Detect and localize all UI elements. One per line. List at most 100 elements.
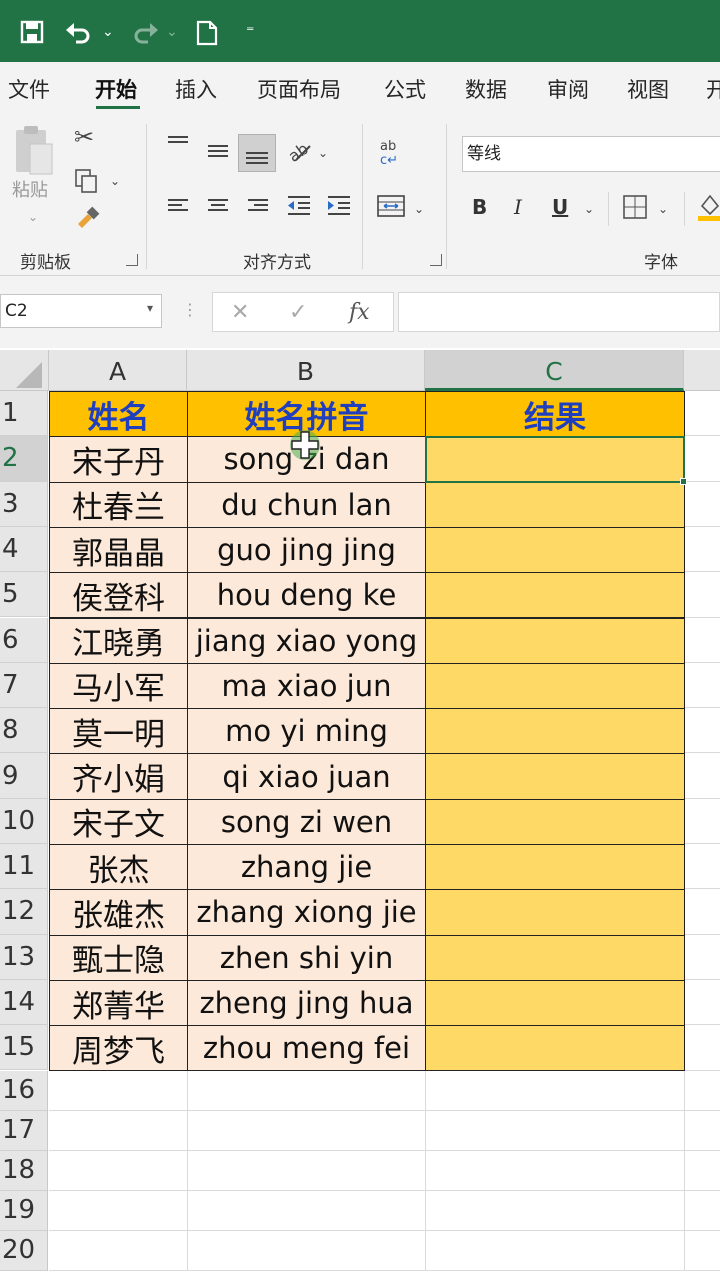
row-header[interactable]: 12 [0,889,48,935]
save-icon[interactable] [20,20,44,50]
cut-icon[interactable]: ✂ [74,125,94,149]
name-box-dropdown-icon[interactable]: ▾ [147,301,153,315]
row-header[interactable]: 11 [0,844,48,890]
format-painter-icon[interactable] [74,206,100,236]
row-header[interactable]: 20 [0,1230,48,1271]
tab-formulas[interactable]: 公式 [384,74,426,104]
result-cell[interactable] [425,1025,685,1072]
name-cell[interactable]: 马小军 [49,662,188,710]
name-cell[interactable]: 周梦飞 [49,1025,188,1072]
pinyin-cell[interactable]: jiang xiao yong [187,617,426,664]
decrease-indent-icon[interactable] [286,194,312,222]
row-header[interactable]: 15 [0,1025,48,1071]
select-all-corner[interactable] [0,350,49,391]
column-header-d[interactable] [684,350,720,391]
name-cell[interactable]: 宋子丹 [49,436,188,483]
align-right-icon[interactable] [246,196,270,222]
orientation-icon[interactable]: ab [285,138,314,170]
cancel-icon[interactable]: ✕ [231,300,249,325]
tab-home[interactable]: 开始 [95,74,137,104]
customize-icon[interactable]: ⁼ [246,20,254,44]
row-header[interactable]: 3 [0,481,48,527]
row-header[interactable]: 8 [0,708,48,754]
tab-view[interactable]: 视图 [627,74,669,104]
row-header[interactable]: 9 [0,753,48,799]
row-header[interactable]: 6 [0,617,48,663]
align-left-icon[interactable] [166,196,190,222]
result-cell[interactable] [425,979,685,1027]
paste-button-label[interactable]: 粘贴 [12,180,48,202]
result-cell[interactable] [425,662,685,710]
name-cell[interactable]: 杜春兰 [49,481,188,528]
increase-indent-icon[interactable] [326,194,352,222]
tab-review[interactable]: 审阅 [547,74,589,104]
merge-center-icon[interactable] [376,194,406,224]
underline-button[interactable]: U [552,196,568,218]
column-header-c[interactable]: C [425,350,684,391]
row-header[interactable]: 10 [0,798,48,844]
tab-file[interactable]: 文件 [8,74,50,104]
name-box[interactable]: C2 ▾ [0,294,162,328]
row-header[interactable]: 17 [0,1110,48,1151]
pinyin-cell[interactable]: song zi wen [187,798,426,845]
result-cell[interactable] [425,753,685,800]
result-cell[interactable] [425,889,685,936]
clipboard-launcher-icon[interactable] [126,254,138,266]
align-center-icon[interactable] [206,196,230,222]
row-header[interactable]: 7 [0,662,48,709]
row-header[interactable]: 18 [0,1150,48,1191]
align-bottom-button[interactable] [238,134,276,172]
pinyin-cell[interactable]: zhou meng fei [187,1025,426,1072]
result-cell[interactable] [425,617,685,664]
row-header[interactable]: 16 [0,1070,48,1111]
header-name-cell[interactable]: 姓名 [49,391,188,438]
pinyin-cell[interactable]: zhang xiong jie [187,889,426,936]
tab-insert[interactable]: 插入 [175,74,217,104]
insert-function-icon[interactable]: fx [349,300,370,325]
name-cell[interactable]: 郭晶晶 [49,526,188,574]
row-header[interactable]: 1 [0,391,48,437]
result-cell[interactable] [425,798,685,845]
paste-dropdown-icon[interactable]: ⌄ [28,206,38,228]
row-header[interactable]: 4 [0,526,48,573]
borders-dropdown-icon[interactable]: ⌄ [658,198,668,220]
pinyin-cell[interactable]: qi xiao juan [187,753,426,800]
pinyin-cell[interactable]: hou deng ke [187,572,426,619]
name-cell[interactable]: 莫一明 [49,708,188,755]
align-middle-icon[interactable] [206,142,230,168]
wrap-text-icon[interactable]: ab c↵ [378,138,406,172]
undo-dropdown-icon[interactable]: ⌄ [102,20,114,44]
splitter-icon[interactable]: ⋮ [182,300,198,319]
formula-input[interactable] [398,292,720,332]
font-name-select[interactable]: 等线 [462,136,720,172]
paste-icon[interactable] [12,124,54,186]
column-header-b[interactable]: B [187,350,425,391]
new-file-icon[interactable] [196,20,218,52]
borders-icon[interactable] [622,194,648,226]
fill-color-icon[interactable] [698,192,720,228]
align-top-icon[interactable] [166,134,190,160]
column-header-a[interactable]: A [49,350,187,391]
result-cell[interactable] [425,572,685,619]
name-cell[interactable]: 张杰 [49,844,188,891]
result-cell[interactable] [425,934,685,981]
pinyin-cell[interactable]: zhen shi yin [187,934,426,981]
merge-dropdown-icon[interactable]: ⌄ [414,198,424,220]
result-cell[interactable] [425,526,685,574]
header-result-cell[interactable]: 结果 [425,391,685,438]
name-cell[interactable]: 张雄杰 [49,889,188,936]
copy-icon[interactable] [74,168,98,200]
tab-page-layout[interactable]: 页面布局 [257,74,341,104]
pinyin-cell[interactable]: zheng jing hua [187,979,426,1027]
result-cell[interactable] [425,481,685,528]
tab-data[interactable]: 数据 [465,74,507,104]
name-cell[interactable]: 齐小娟 [49,753,188,800]
redo-dropdown-icon[interactable]: ⌄ [166,20,178,44]
pinyin-cell[interactable]: guo jing jing [187,526,426,574]
name-cell[interactable]: 郑菁华 [49,979,188,1027]
orientation-dropdown-icon[interactable]: ⌄ [318,142,328,164]
name-cell[interactable]: 侯登科 [49,572,188,619]
name-cell[interactable]: 宋子文 [49,798,188,845]
undo-icon[interactable] [64,20,94,50]
result-cell[interactable] [425,708,685,755]
